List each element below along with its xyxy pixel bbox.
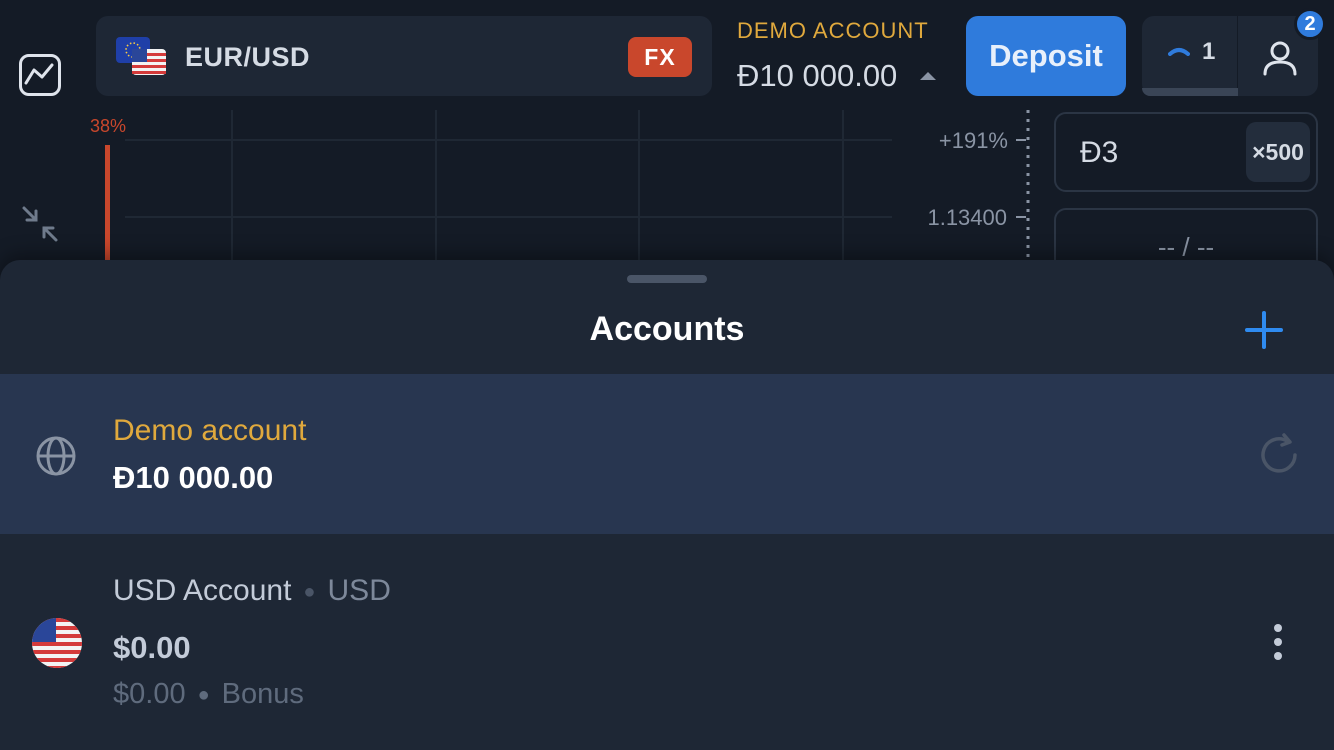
deposit-button[interactable]: Deposit — [966, 16, 1126, 96]
amount-input[interactable]: Đ3 ×500 — [1054, 112, 1318, 192]
notification-badge: 2 — [1294, 8, 1326, 40]
sheet-title: Accounts — [589, 310, 745, 348]
add-account-icon[interactable] — [1244, 310, 1284, 350]
open-trades-count: 1 — [1202, 38, 1216, 65]
profit-percent-label: +191% — [938, 128, 1008, 153]
open-trades-button[interactable]: 1 — [1142, 16, 1238, 96]
sentiment-percent: 38% — [90, 116, 127, 136]
multiplier-button[interactable]: ×500 — [1246, 122, 1310, 182]
bonus-label: Bonus — [221, 678, 304, 710]
price-axis-label: 1.13400 — [927, 205, 1007, 230]
bonus-amount: $0.00 — [113, 678, 186, 710]
eur-usd-flags-icon — [116, 37, 166, 77]
account-name-text: USD Account — [113, 574, 292, 607]
caret-up-icon[interactable] — [920, 72, 936, 80]
asset-type-badge: FX — [628, 37, 692, 77]
account-name: USD Account ● USD — [113, 574, 391, 608]
trading-screen: EUR/USD FX DEMO ACCOUNT Đ10 000.00 Depos… — [0, 0, 1334, 750]
accounts-sheet: Accounts Demo account Đ10 000.00 USD Acc… — [0, 260, 1334, 750]
us-flag-icon — [32, 618, 82, 668]
globe-icon — [36, 436, 76, 476]
sheet-drag-handle[interactable] — [627, 275, 707, 283]
separator-dot: ● — [303, 580, 316, 603]
account-balance-value: $0.00 — [113, 630, 191, 665]
account-bonus: $0.00 ● Bonus — [113, 678, 304, 711]
price-chart[interactable] — [80, 110, 1030, 270]
amount-value: Đ3 — [1080, 136, 1119, 169]
trades-profile-group: 1 — [1142, 16, 1318, 96]
profile-icon[interactable] — [1260, 38, 1300, 78]
asset-name: EUR/USD — [185, 42, 311, 72]
more-options-icon[interactable] — [1266, 622, 1290, 662]
collapse-icon[interactable] — [20, 204, 60, 244]
separator-dot: ● — [197, 683, 210, 706]
chart-type-icon[interactable] — [19, 54, 61, 96]
refresh-icon[interactable] — [1254, 430, 1304, 480]
account-balance[interactable]: Đ10 000.00 — [737, 58, 897, 94]
account-row-demo[interactable]: Demo account Đ10 000.00 — [0, 374, 1334, 534]
asset-selector[interactable]: EUR/USD FX — [96, 16, 712, 96]
account-type-label[interactable]: DEMO ACCOUNT — [737, 18, 929, 44]
time-value: -- / -- — [1157, 232, 1215, 262]
trades-progress-bar — [1142, 88, 1238, 96]
trades-icon — [1168, 48, 1190, 56]
account-name: Demo account — [113, 414, 307, 447]
account-currency: USD — [327, 574, 391, 607]
account-row-usd[interactable]: USD Account ● USD $0.00 $0.00 ● Bonus — [0, 534, 1334, 750]
account-balance-value: Đ10 000.00 — [113, 460, 274, 495]
